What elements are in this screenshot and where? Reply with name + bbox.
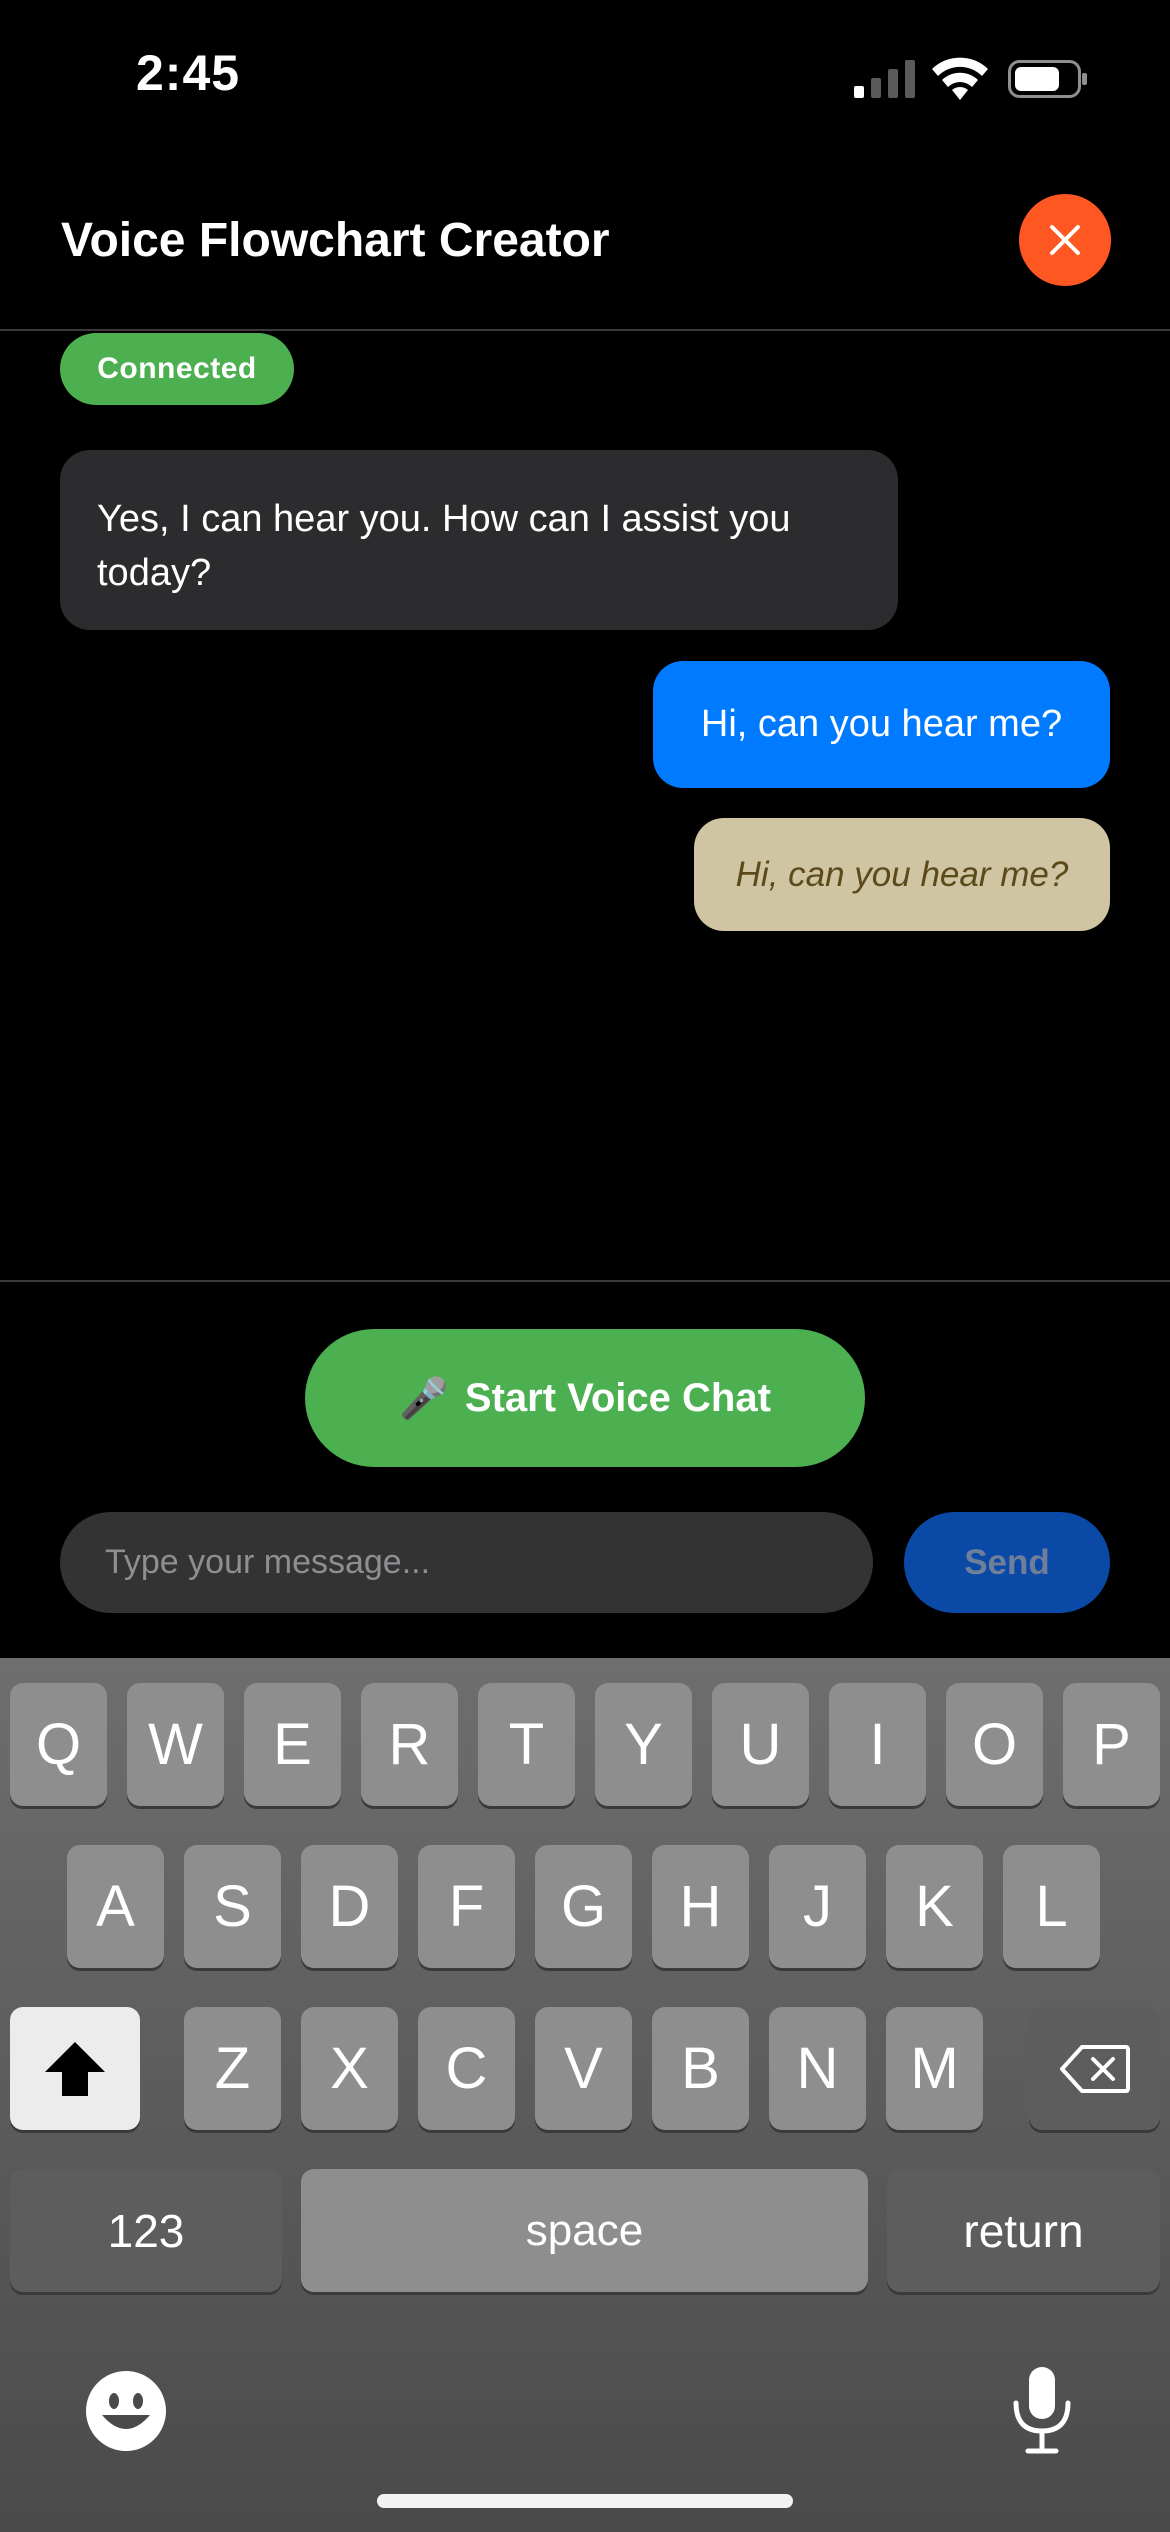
- key-j[interactable]: J: [769, 1845, 866, 1968]
- send-button[interactable]: Send: [904, 1512, 1110, 1613]
- key-o[interactable]: O: [946, 1683, 1043, 1806]
- emoji-icon[interactable]: [86, 2371, 166, 2451]
- microphone-icon: 🎤: [399, 1376, 449, 1421]
- key-n[interactable]: N: [769, 2007, 866, 2130]
- key-x[interactable]: X: [301, 2007, 398, 2130]
- key-r[interactable]: R: [361, 1683, 458, 1806]
- shift-arrow-icon: [45, 2041, 105, 2096]
- key-a[interactable]: A: [67, 1845, 164, 1968]
- close-icon: [1050, 225, 1080, 255]
- key-l[interactable]: L: [1003, 1845, 1100, 1968]
- user-message: Hi, can you hear me?: [653, 661, 1110, 788]
- key-g[interactable]: G: [535, 1845, 632, 1968]
- assistant-message: Yes, I can hear you. How can I assist yo…: [60, 450, 898, 630]
- page-title: Voice Flowchart Creator: [61, 214, 610, 267]
- key-t[interactable]: T: [478, 1683, 575, 1806]
- key-d[interactable]: D: [301, 1845, 398, 1968]
- key-s[interactable]: S: [184, 1845, 281, 1968]
- key-y[interactable]: Y: [595, 1683, 692, 1806]
- key-h[interactable]: H: [652, 1845, 749, 1968]
- wifi-icon: [932, 57, 988, 100]
- home-indicator[interactable]: [377, 2494, 793, 2508]
- key-z[interactable]: Z: [184, 2007, 281, 2130]
- key-f[interactable]: F: [418, 1845, 515, 1968]
- key-c[interactable]: C: [418, 2007, 515, 2130]
- start-voice-chat-label: Start Voice Chat: [464, 1375, 771, 1420]
- key-b[interactable]: B: [652, 2007, 749, 2130]
- key-i[interactable]: I: [829, 1683, 926, 1806]
- numbers-key[interactable]: 123: [10, 2169, 282, 2292]
- dictation-microphone-icon[interactable]: [1010, 2365, 1074, 2455]
- key-v[interactable]: V: [535, 2007, 632, 2130]
- message-input[interactable]: [60, 1512, 873, 1613]
- cellular-signal-icon: [854, 60, 915, 98]
- close-button[interactable]: [1019, 194, 1111, 286]
- header-divider: [0, 329, 1170, 331]
- key-m[interactable]: M: [886, 2007, 983, 2130]
- voice-transcript-message: Hi, can you hear me?: [694, 818, 1110, 931]
- connection-status-badge: Connected: [60, 333, 294, 405]
- backspace-icon: [1059, 2044, 1130, 2093]
- battery-icon: [1008, 60, 1087, 98]
- status-time: 2:45: [136, 45, 241, 101]
- composer-divider: [0, 1280, 1170, 1282]
- key-k[interactable]: K: [886, 1845, 983, 1968]
- key-q[interactable]: Q: [10, 1683, 107, 1806]
- key-w[interactable]: W: [127, 1683, 224, 1806]
- space-key[interactable]: space: [301, 2169, 868, 2292]
- delete-key[interactable]: [1029, 2007, 1160, 2130]
- shift-key[interactable]: [10, 2007, 140, 2130]
- key-e[interactable]: E: [244, 1683, 341, 1806]
- start-voice-chat-button[interactable]: 🎤 Start Voice Chat: [305, 1329, 865, 1467]
- return-key[interactable]: return: [887, 2169, 1160, 2292]
- key-u[interactable]: U: [712, 1683, 809, 1806]
- key-p[interactable]: P: [1063, 1683, 1160, 1806]
